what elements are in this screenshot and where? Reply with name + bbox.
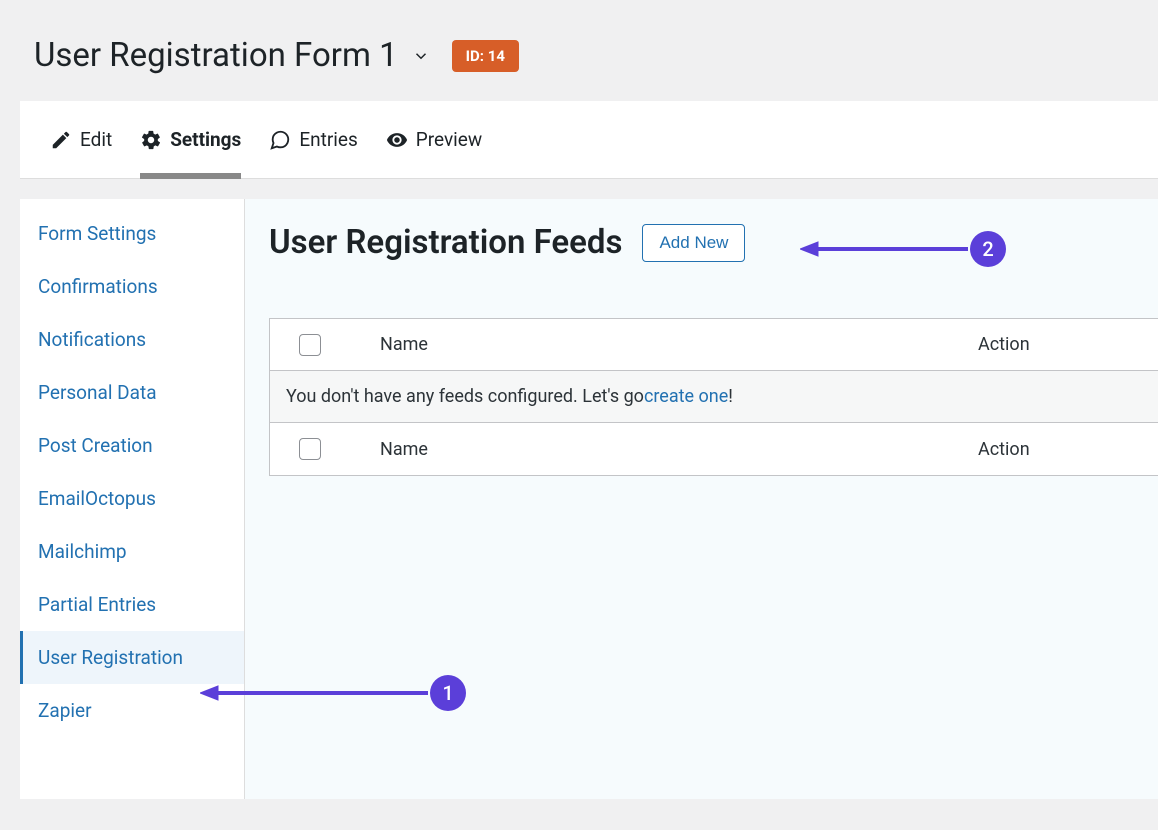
content-area: User Registration Feeds Add New Name Act… — [245, 199, 1158, 799]
annotation-badge-1: 1 — [430, 675, 466, 711]
sidebar-item-notifications[interactable]: Notifications — [20, 313, 244, 366]
select-all-checkbox-bottom[interactable] — [299, 438, 321, 460]
feeds-table: Name Action You don't have any feeds con… — [269, 318, 1158, 476]
form-title: User Registration Form 1 — [34, 36, 398, 75]
create-one-link[interactable]: create one — [644, 386, 728, 407]
empty-feeds-message: You don't have any feeds configured. Let… — [270, 371, 1158, 423]
tab-settings[interactable]: Settings — [140, 101, 241, 179]
empty-msg-suffix: ! — [728, 386, 733, 407]
tab-bar: Edit Settings Entries Preview — [20, 101, 1158, 179]
table-header-row: Name Action — [270, 319, 1158, 371]
sidebar-item-partial-entries[interactable]: Partial Entries — [20, 578, 244, 631]
id-badge: ID: 14 — [452, 40, 519, 72]
col-footer-action: Action — [978, 439, 1158, 460]
sidebar-item-emailoctopus[interactable]: EmailOctopus — [20, 472, 244, 525]
tab-edit-label: Edit — [80, 128, 112, 151]
select-all-checkbox-top[interactable] — [299, 334, 321, 356]
col-footer-name: Name — [350, 439, 978, 460]
tab-entries-label: Entries — [299, 128, 357, 151]
settings-sidebar: Form Settings Confirmations Notification… — [20, 199, 245, 799]
gears-icon — [140, 129, 162, 151]
edit-icon — [50, 129, 72, 151]
sidebar-item-zapier[interactable]: Zapier — [20, 684, 244, 737]
chevron-down-icon[interactable] — [412, 47, 430, 65]
comment-icon — [269, 129, 291, 151]
main-split: Form Settings Confirmations Notification… — [20, 199, 1158, 799]
tab-settings-label: Settings — [170, 128, 241, 151]
sidebar-item-form-settings[interactable]: Form Settings — [20, 207, 244, 260]
sidebar-item-confirmations[interactable]: Confirmations — [20, 260, 244, 313]
table-footer-row: Name Action — [270, 423, 1158, 475]
sidebar-item-mailchimp[interactable]: Mailchimp — [20, 525, 244, 578]
col-header-action: Action — [978, 334, 1158, 355]
tab-entries[interactable]: Entries — [269, 101, 357, 179]
tab-preview[interactable]: Preview — [386, 101, 482, 179]
sidebar-item-personal-data[interactable]: Personal Data — [20, 366, 244, 419]
tab-edit[interactable]: Edit — [50, 101, 112, 179]
add-new-button[interactable]: Add New — [642, 224, 745, 262]
page-header: User Registration Form 1 ID: 14 — [20, 20, 1158, 101]
sidebar-item-post-creation[interactable]: Post Creation — [20, 419, 244, 472]
col-header-name: Name — [350, 334, 978, 355]
empty-msg-prefix: You don't have any feeds configured. Let… — [286, 386, 644, 407]
sidebar-item-user-registration[interactable]: User Registration — [20, 631, 244, 684]
eye-icon — [386, 129, 408, 151]
tab-preview-label: Preview — [416, 128, 482, 151]
content-title: User Registration Feeds — [269, 223, 622, 262]
